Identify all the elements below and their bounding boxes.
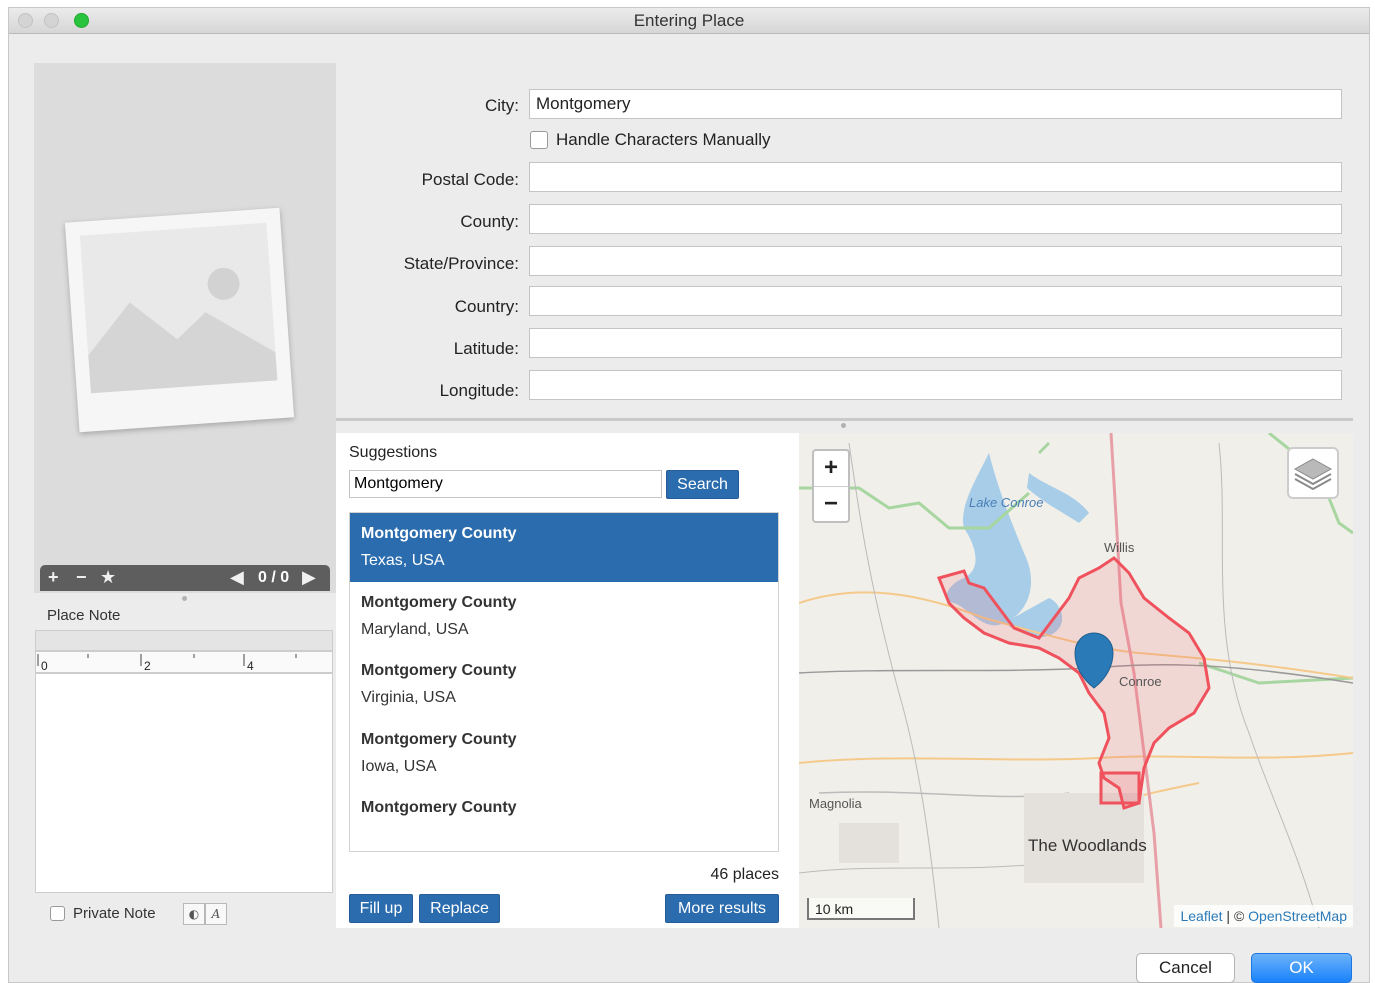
country-label: Country: — [454, 297, 519, 316]
suggestion-item[interactable]: Montgomery County Virginia, USA — [350, 650, 778, 719]
attribution-separator: | © — [1222, 908, 1249, 924]
longitude-label: Longitude: — [439, 381, 519, 400]
add-icon[interactable]: + — [48, 567, 59, 588]
suggestion-item[interactable]: Montgomery County Maryland, USA — [350, 582, 778, 651]
search-button[interactable]: Search — [666, 470, 739, 499]
landscape-icon — [79, 222, 278, 394]
replace-button[interactable]: Replace — [419, 894, 500, 923]
ruler-mark: 4 — [247, 659, 254, 673]
splitter-handle[interactable] — [841, 423, 846, 428]
image-toolbar: + − ★ ◀ 0 / 0 ▶ — [40, 565, 330, 591]
map-label-magnolia: Magnolia — [809, 796, 862, 811]
more-results-button[interactable]: More results — [665, 894, 779, 923]
state-province-label: State/Province: — [403, 254, 519, 273]
city-label: City: — [485, 96, 519, 115]
private-note-label: Private Note — [73, 905, 156, 922]
latitude-input[interactable] — [529, 328, 1342, 358]
suggestions-search-input[interactable] — [349, 470, 662, 498]
fill-up-button[interactable]: Fill up — [349, 894, 413, 923]
star-icon[interactable]: ★ — [100, 567, 116, 588]
minus-icon[interactable]: − — [76, 567, 87, 588]
note-ruler: 0 2 4 — [35, 651, 333, 673]
suggestion-item[interactable]: Montgomery County — [350, 787, 778, 851]
map-view[interactable]: Lake Conroe Willis Conroe Magnolia The W… — [799, 433, 1353, 928]
postal-code-label: Postal Code: — [421, 170, 519, 189]
image-counter: 0 / 0 — [258, 569, 290, 586]
image-placeholder — [64, 207, 295, 433]
map-attribution: Leaflet | © OpenStreetMap — [1174, 905, 1353, 927]
private-note-checkbox[interactable]: Private Note — [50, 905, 156, 922]
ruler-mark: 2 — [144, 659, 151, 673]
place-image-panel: + − ★ ◀ 0 / 0 ▶ — [34, 63, 336, 593]
map-label-conroe: Conroe — [1119, 674, 1162, 689]
layers-icon — [1293, 458, 1333, 491]
places-count: 46 places — [710, 866, 780, 883]
note-text-area[interactable] — [35, 673, 333, 893]
suggestions-panel: Suggestions Search Montgomery County Tex… — [336, 433, 799, 928]
color-picker-icon[interactable]: ◐ — [183, 903, 205, 925]
leaflet-link[interactable]: Leaflet — [1180, 908, 1222, 924]
title-bar: Entering Place — [9, 8, 1369, 34]
arrow-right-icon[interactable]: ▶ — [302, 567, 316, 588]
entering-place-window: Entering Place + − ★ ◀ 0 / 0 ▶ Place Not… — [8, 7, 1370, 983]
suggestion-item[interactable]: Montgomery County Texas, USA — [350, 513, 778, 582]
place-note-panel: Place Note 0 2 4 Private Note ◐ A — [34, 601, 336, 934]
city-input[interactable] — [529, 89, 1342, 119]
panel-splitter[interactable] — [336, 418, 1353, 421]
handle-characters-label: Handle Characters Manually — [556, 130, 771, 149]
map-scale: 10 km — [807, 898, 915, 920]
state-province-input[interactable] — [529, 246, 1342, 276]
map-label-woodlands: The Woodlands — [1028, 836, 1147, 855]
zoom-out-button[interactable]: − — [814, 486, 848, 521]
map-label-lake: Lake Conroe — [969, 495, 1044, 510]
font-icon[interactable]: A — [205, 903, 227, 925]
country-input[interactable] — [529, 286, 1342, 316]
layers-button[interactable] — [1287, 447, 1339, 499]
window-title: Entering Place — [633, 11, 745, 30]
latitude-label: Latitude: — [453, 339, 519, 358]
longitude-input[interactable] — [529, 370, 1342, 400]
suggestions-title: Suggestions — [349, 444, 438, 461]
arrow-left-icon[interactable]: ◀ — [230, 567, 244, 588]
handle-characters-checkbox[interactable]: Handle Characters Manually — [530, 130, 771, 150]
zoom-in-button[interactable]: + — [814, 451, 848, 486]
note-format-toolbar[interactable] — [35, 630, 333, 651]
map-label-willis: Willis — [1104, 540, 1135, 555]
map-zoom-control: + − — [812, 449, 850, 523]
note-title: Place Note — [47, 607, 121, 624]
cancel-button[interactable]: Cancel — [1136, 953, 1235, 983]
note-format-buttons: ◐ A — [183, 903, 227, 925]
county-input[interactable] — [529, 204, 1342, 234]
suggestions-list[interactable]: Montgomery County Texas, USA Montgomery … — [349, 512, 779, 852]
county-label: County: — [460, 212, 519, 231]
suggestion-item[interactable]: Montgomery County Iowa, USA — [350, 719, 778, 788]
postal-code-input[interactable] — [529, 162, 1342, 192]
ok-button[interactable]: OK — [1251, 953, 1352, 983]
openstreetmap-link[interactable]: OpenStreetMap — [1248, 908, 1347, 924]
ruler-mark: 0 — [41, 659, 48, 673]
